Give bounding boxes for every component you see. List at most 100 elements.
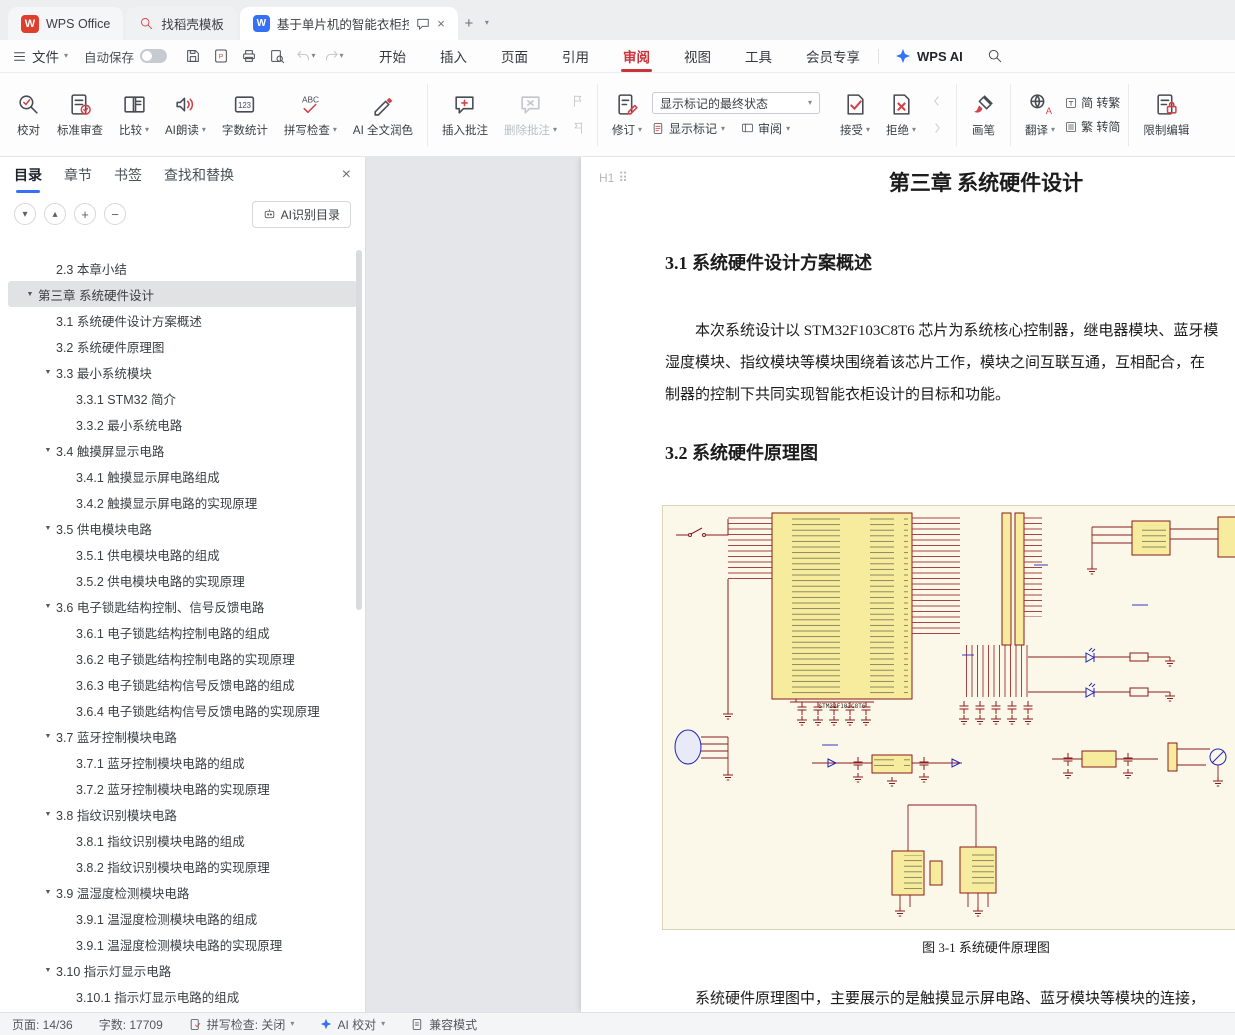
template-search-tab[interactable]: 找稻壳模板 xyxy=(126,7,237,40)
paragraph-3-2[interactable]: 系统硬件原理图中，主要展示的是触摸显示屏电路、蓝牙模块等模块的连接， xyxy=(665,983,1205,1012)
toc-expand-arrow-icon[interactable] xyxy=(40,447,56,454)
toc-item[interactable]: 3.3.2 最小系统电路 xyxy=(8,411,357,437)
ink-brush-button[interactable]: 画笔 xyxy=(965,87,1002,143)
next-revision-button[interactable] xyxy=(928,119,946,137)
redo-button[interactable]: ▾ xyxy=(321,44,345,68)
translate-button[interactable]: A 翻译▾ xyxy=(1019,87,1061,143)
tab-list-dropdown-icon[interactable]: ▾ xyxy=(480,12,494,34)
file-menu-button[interactable]: 文件 ▾ xyxy=(12,46,68,66)
toc-item[interactable]: 第三章 系统硬件设计 xyxy=(8,281,357,307)
close-tab-icon[interactable]: × xyxy=(437,17,445,30)
markup-state-select[interactable]: 显示标记的最终状态▾ xyxy=(652,92,820,114)
paragraph-line[interactable]: 本次系统设计以 STM32F103C8T6 芯片为系统核心控制器，继电器模块、蓝… xyxy=(665,315,1218,347)
toc-item[interactable]: 3.4 触摸屏显示电路 xyxy=(8,437,357,463)
insert-comment-button[interactable]: 插入批注 xyxy=(436,87,494,143)
print-button[interactable] xyxy=(237,44,261,68)
toc-item[interactable]: 3.7 蓝牙控制模块电路 xyxy=(8,723,357,749)
export-pdf-button[interactable]: P xyxy=(209,44,233,68)
toc-expand-arrow-icon[interactable] xyxy=(40,603,56,610)
previous-revision-button[interactable] xyxy=(928,92,946,110)
ai-polish-button[interactable]: AI 全文润色 xyxy=(347,87,419,143)
sidebar-tab-contents[interactable]: 目录 xyxy=(14,157,42,193)
toc-expand-arrow-icon[interactable] xyxy=(40,733,56,740)
save-button[interactable] xyxy=(181,44,205,68)
toc-item[interactable]: 3.7.2 蓝牙控制模块电路的实现原理 xyxy=(8,775,357,801)
word-count-button[interactable]: 123 字数统计 xyxy=(216,87,274,143)
paragraph-line[interactable]: 湿度模块、指纹模块等模块围绕着该芯片工作，模块之间互联互通，互相配合，在 xyxy=(665,347,1218,379)
page-indicator[interactable]: 页面: 14/36 xyxy=(12,1016,73,1033)
paragraph-line[interactable]: 制器的控制下共同实现智能衣柜设计的目标和功能。 xyxy=(665,379,1218,411)
toc-item[interactable]: 3.3.1 STM32 简介 xyxy=(8,385,357,411)
toc-expand-arrow-icon[interactable] xyxy=(40,369,56,376)
tab-tools[interactable]: 工具 xyxy=(743,40,774,72)
simplified-to-traditional-button[interactable]: 简 转繁 xyxy=(1065,94,1120,111)
toc-expand-arrow-icon[interactable] xyxy=(22,291,38,298)
sidebar-tab-bookmarks[interactable]: 书签 xyxy=(114,157,142,193)
tab-reference[interactable]: 引用 xyxy=(560,40,591,72)
sidebar-scrollbar-thumb[interactable] xyxy=(356,250,362,610)
toc-item[interactable]: 3.10.1 指示灯显示电路的组成 xyxy=(8,983,357,1009)
toc-item[interactable]: 3.9.1 温湿度检测模块电路的实现原理 xyxy=(8,931,357,957)
previous-comment-button[interactable] xyxy=(569,92,587,110)
search-button[interactable] xyxy=(983,44,1007,68)
restrict-editing-button[interactable]: 限制编辑 xyxy=(1137,87,1195,143)
comment-bubble-icon[interactable] xyxy=(416,17,430,31)
toc-item[interactable]: 3.7.1 蓝牙控制模块电路的组成 xyxy=(8,749,357,775)
reject-revision-button[interactable]: 拒绝▾ xyxy=(880,87,922,143)
print-preview-button[interactable] xyxy=(265,44,289,68)
spell-check-button[interactable]: ABC 拼写检查▾ xyxy=(278,87,343,143)
tab-member[interactable]: 会员专享 xyxy=(804,40,862,72)
proofread-button[interactable]: 校对 xyxy=(10,87,47,143)
ai-read-aloud-button[interactable]: AI朗读▾ xyxy=(159,87,212,143)
new-tab-button[interactable]: + xyxy=(458,12,480,34)
next-comment-button[interactable] xyxy=(569,119,587,137)
sidebar-tab-chapters[interactable]: 章节 xyxy=(64,157,92,193)
document-tab[interactable]: W 基于单片机的智能衣柜控制... × xyxy=(240,7,458,40)
show-markup-button[interactable]: 显示标记▾ xyxy=(652,120,725,137)
wps-office-tab[interactable]: W WPS Office xyxy=(8,7,123,40)
toc-item[interactable]: 3.9.1 温湿度检测模块电路的组成 xyxy=(8,905,357,931)
toc-expand-arrow-icon[interactable] xyxy=(40,525,56,532)
toc-item[interactable]: 3.8.2 指纹识别模块电路的实现原理 xyxy=(8,853,357,879)
review-pane-button[interactable]: 审阅▾ xyxy=(741,120,790,137)
toc-item[interactable]: 3.8.1 指纹识别模块电路的组成 xyxy=(8,827,357,853)
spell-check-status[interactable]: 拼写检查: 关闭▾ xyxy=(189,1016,295,1033)
document-page[interactable]: H1 ⠿ 第三章 系统硬件设计 3.1 系统硬件设计方案概述 本次系统设计以 S… xyxy=(581,157,1235,1012)
tab-review[interactable]: 审阅 xyxy=(621,40,652,72)
toc-item[interactable]: 3.1 系统硬件设计方案概述 xyxy=(8,307,357,333)
toc-expand-arrow-icon[interactable] xyxy=(40,889,56,896)
schematic-figure[interactable]: STM32F103C8T6 xyxy=(662,505,1235,930)
toc-zoom-out-button[interactable]: − xyxy=(104,203,126,225)
autosave-toggle[interactable] xyxy=(140,49,167,63)
toc-item[interactable]: 3.3 最小系统模块 xyxy=(8,359,357,385)
toc-item[interactable]: 3.4.2 触摸显示屏电路的实现原理 xyxy=(8,489,357,515)
toc-expand-arrow-icon[interactable] xyxy=(40,811,56,818)
accept-revision-button[interactable]: 接受▾ xyxy=(834,87,876,143)
toc-item[interactable]: 3.5.2 供电模块电路的实现原理 xyxy=(8,567,357,593)
toc-expand-all-button[interactable]: ▾ xyxy=(14,203,36,225)
toc-item[interactable]: 3.5.1 供电模块电路的组成 xyxy=(8,541,357,567)
toc-item[interactable]: 3.6 电子锁匙结构控制、信号反馈电路 xyxy=(8,593,357,619)
toc-item[interactable]: 3.4.1 触摸显示屏电路组成 xyxy=(8,463,357,489)
traditional-to-simplified-button[interactable]: 繁 转简 xyxy=(1065,118,1120,135)
toc-item[interactable]: 3.6.2 电子锁匙结构控制电路的实现原理 xyxy=(8,645,357,671)
toc-item[interactable]: 3.6.4 电子锁匙结构信号反馈电路的实现原理 xyxy=(8,697,357,723)
section-heading-3-1[interactable]: 3.1 系统硬件设计方案概述 xyxy=(665,249,872,275)
word-count-indicator[interactable]: 字数: 17709 xyxy=(99,1016,163,1033)
paragraph-3-1[interactable]: 本次系统设计以 STM32F103C8T6 芯片为系统核心控制器，继电器模块、蓝… xyxy=(665,315,1218,411)
toc-item[interactable]: 3.2 系统硬件原理图 xyxy=(8,333,357,359)
toc-collapse-all-button[interactable]: ▴ xyxy=(44,203,66,225)
ai-recognize-toc-button[interactable]: AI识别目录 xyxy=(252,201,351,228)
delete-comment-button[interactable]: 删除批注▾ xyxy=(498,87,563,143)
tab-page[interactable]: 页面 xyxy=(499,40,530,72)
toc-item[interactable]: 3.8 指纹识别模块电路 xyxy=(8,801,357,827)
toc-item[interactable]: 3.6.3 电子锁匙结构信号反馈电路的组成 xyxy=(8,671,357,697)
tab-view[interactable]: 视图 xyxy=(682,40,713,72)
toc-item[interactable]: 3.9 温湿度检测模块电路 xyxy=(8,879,357,905)
chapter-title[interactable]: 第三章 系统硬件设计 xyxy=(581,167,1235,197)
sidebar-tab-find-replace[interactable]: 查找和替换 xyxy=(164,157,234,193)
tab-home[interactable]: 开始 xyxy=(377,40,408,72)
toc-expand-arrow-icon[interactable] xyxy=(40,967,56,974)
track-changes-button[interactable]: 修订▾ xyxy=(606,87,648,143)
section-heading-3-2[interactable]: 3.2 系统硬件原理图 xyxy=(665,439,818,465)
